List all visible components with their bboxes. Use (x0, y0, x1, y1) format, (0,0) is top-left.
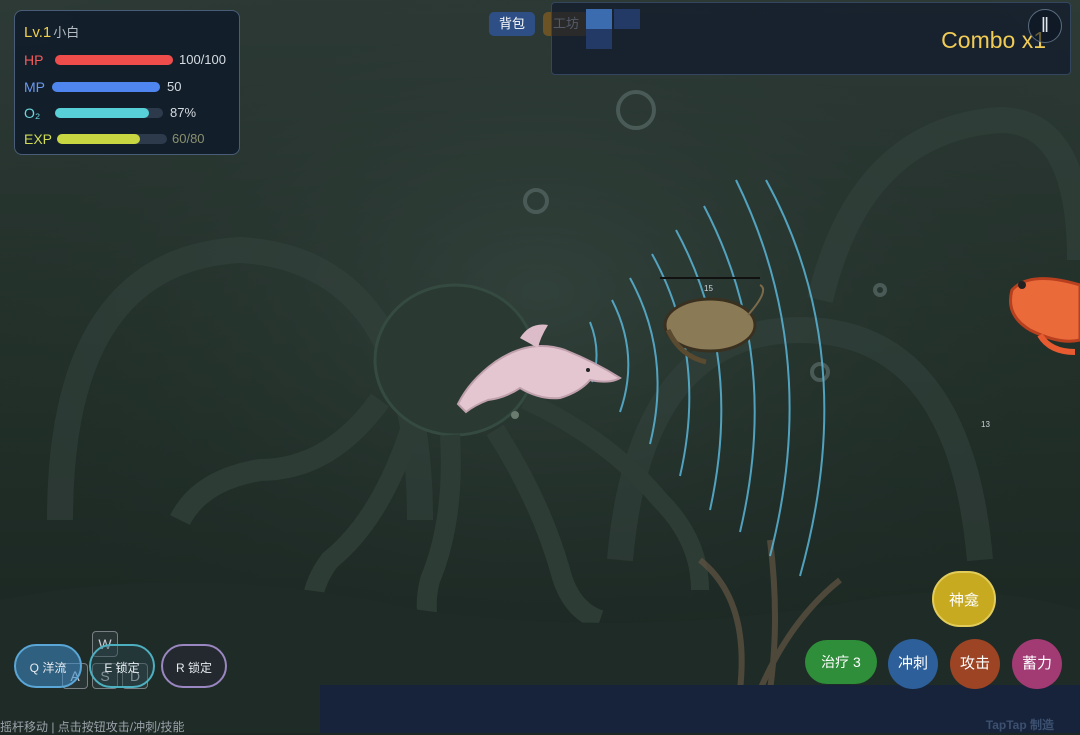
mp-bar-fill (52, 82, 160, 92)
skill-q-current-button[interactable]: Q 洋流 (14, 644, 82, 688)
exp-bar-fill (57, 134, 140, 144)
skill-r-lock-button[interactable]: R 锁定 (161, 644, 227, 688)
controls-hint: 摇杆移动 | 点击按钮攻击/冲刺/技能 (0, 720, 185, 734)
charge-button[interactable]: 蓄力 (1012, 639, 1062, 689)
exp-bar (57, 134, 167, 144)
skill-e-lock-button[interactable]: E 锁定 (89, 644, 155, 688)
red-shrimp-hp-text: 13 (981, 420, 990, 429)
o2-label: O₂ (24, 105, 41, 121)
hp-bar-fill (55, 55, 173, 65)
combo-panel: Combo x1 ‖ (551, 2, 1071, 75)
hp-value: 100/100 (179, 52, 226, 67)
pause-button[interactable]: ‖ (1028, 9, 1062, 43)
mp-row: MP 50 (24, 78, 239, 96)
o2-bar-fill (55, 108, 149, 118)
hp-bar (55, 55, 173, 65)
o2-bar (55, 108, 163, 118)
mp-label: MP (24, 79, 45, 95)
minimap-cell (586, 9, 612, 29)
dash-button[interactable]: 冲刺 (888, 639, 938, 689)
exp-row: EXP 60/80 (24, 130, 239, 148)
heal-button[interactable]: 治疗 3 (805, 640, 877, 684)
mp-value: 50 (167, 79, 182, 94)
bottom-bar (320, 685, 1080, 733)
bag-button[interactable]: 背包 (489, 12, 536, 36)
watermark: TapTap 制造 (985, 718, 1054, 732)
mp-bar (52, 82, 160, 92)
minimap-cell (586, 29, 612, 49)
pause-icon: ‖ (1040, 15, 1050, 37)
shrimp-hp-text: 15 (704, 284, 713, 293)
o2-row: O₂ 87% (24, 104, 239, 122)
hp-row: HP 100/100 (24, 51, 239, 69)
hp-label: HP (24, 52, 44, 68)
o2-value: 87% (170, 105, 197, 120)
shrine-button[interactable]: 神龛 (932, 571, 996, 627)
level-text: Lv.1 (24, 24, 52, 41)
attack-button[interactable]: 攻击 (950, 639, 1000, 689)
player-stats-panel: Lv.1 小白 HP 100/100 MP 50 O₂ 87% EXP 60/80 (14, 10, 240, 155)
minimap-cell (614, 9, 640, 29)
exp-label: EXP (24, 131, 53, 147)
player-level: Lv.1 小白 (24, 22, 79, 41)
player-name: 小白 (53, 25, 80, 40)
exp-value: 60/80 (172, 131, 205, 146)
